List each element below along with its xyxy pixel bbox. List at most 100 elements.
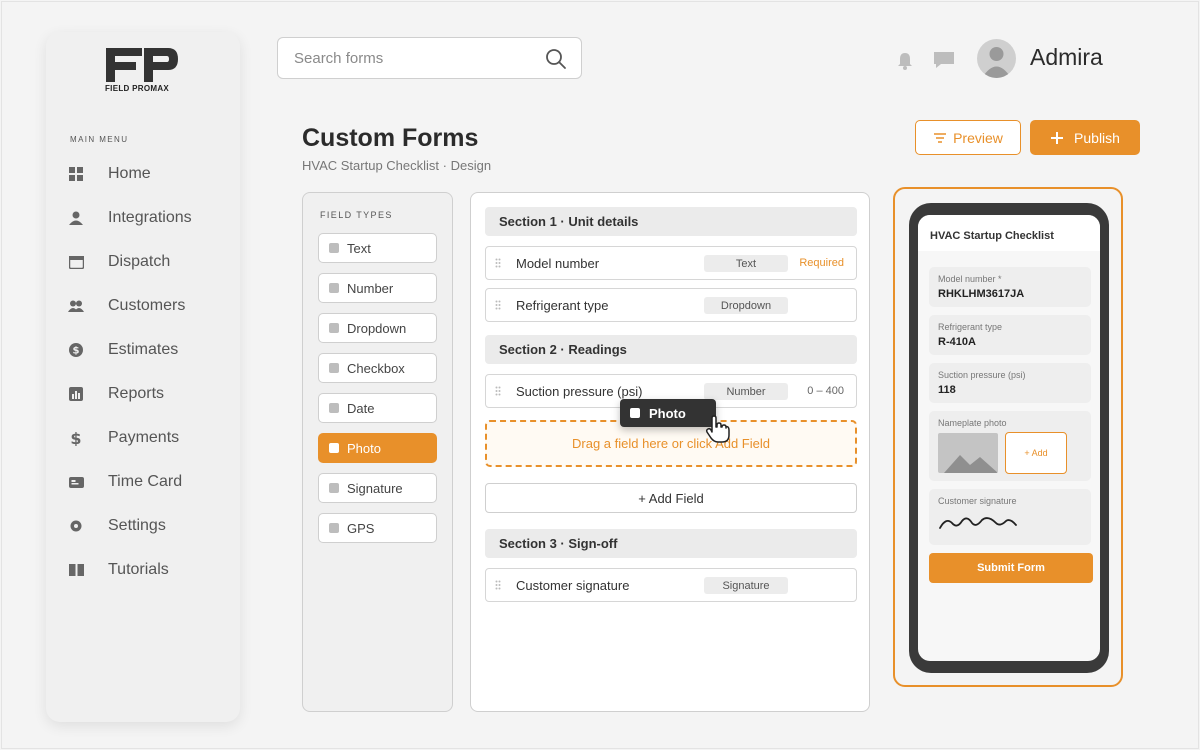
drag-handle-icon[interactable] — [495, 386, 501, 396]
field-type-label: Checkbox — [347, 360, 405, 376]
preview-field-suction-pressure[interactable]: Suction pressure (psi) 118 — [929, 363, 1091, 403]
field-type-signature[interactable]: Signature — [318, 473, 437, 503]
section-header[interactable]: Section 1 · Unit details — [485, 207, 857, 236]
preview-field-label: Nameplate photo — [938, 418, 1007, 428]
grid-icon — [68, 166, 84, 182]
sidebar-item-customers[interactable]: Customers — [68, 293, 228, 319]
sidebar-item-label: Integrations — [108, 209, 192, 226]
field-type-square-icon — [329, 323, 339, 333]
search-icon[interactable] — [545, 48, 567, 70]
drag-handle-icon[interactable] — [495, 580, 501, 590]
field-type-badge: Signature — [704, 577, 788, 594]
field-type-label: Photo — [347, 440, 381, 456]
field-name: Suction pressure (psi) — [516, 384, 643, 399]
field-type-label: Dropdown — [347, 320, 407, 336]
sidebar-item-integrations[interactable]: Integrations — [68, 205, 228, 231]
dragging-field-chip[interactable]: Photo — [620, 399, 716, 427]
field-type-date[interactable]: Date — [318, 393, 437, 423]
sidebar-item-time-card[interactable]: Time Card — [68, 469, 228, 495]
submit-form-button[interactable]: Submit Form — [929, 553, 1093, 583]
preview-field-value: R-410A — [938, 336, 976, 348]
field-type-gps[interactable]: GPS — [318, 513, 437, 543]
dragging-field-label: Photo — [649, 405, 686, 421]
preview-field-nameplate-photo: Nameplate photo + Add — [929, 411, 1091, 481]
field-type-dropdown[interactable]: Dropdown — [318, 313, 437, 343]
bell-icon[interactable] — [897, 52, 913, 70]
sidebar-item-settings[interactable]: Settings — [68, 513, 228, 539]
app-window: FIELD PROMAX MAIN MENU Home Integrations… — [1, 1, 1199, 749]
field-types-panel: FIELD TYPES Text Number Dropdown Checkbo… — [302, 192, 453, 712]
field-type-number[interactable]: Number — [318, 273, 437, 303]
sidebar-item-label: Home — [108, 165, 151, 182]
sidebar-item-tutorials[interactable]: Tutorials — [68, 557, 228, 583]
drag-handle-icon[interactable] — [495, 300, 501, 310]
form-field-row[interactable]: Customer signature Signature — [485, 568, 857, 602]
sidebar-item-label: Customers — [108, 297, 186, 314]
user-avatar-icon — [982, 47, 1011, 78]
sidebar-item-label: Reports — [108, 385, 165, 402]
user-icon — [68, 210, 84, 226]
gear-icon — [68, 518, 84, 534]
sidebar-item-label: Settings — [108, 517, 166, 534]
preview-field-refrigerant-type[interactable]: Refrigerant type R-410A — [929, 315, 1091, 355]
filter-icon — [934, 132, 947, 143]
field-type-square-icon — [329, 363, 339, 373]
field-type-label: Signature — [347, 480, 403, 496]
search-input[interactable] — [294, 48, 534, 68]
section-header[interactable]: Section 3 · Sign-off — [485, 529, 857, 558]
sidebar-item-reports[interactable]: Reports — [68, 381, 228, 407]
field-type-square-icon — [329, 443, 339, 453]
plus-icon — [1051, 131, 1064, 144]
sidebar: FIELD PROMAX MAIN MENU Home Integrations… — [46, 32, 240, 722]
field-types-title: FIELD TYPES — [320, 210, 393, 220]
svg-text:$: $ — [73, 346, 80, 357]
sidebar-item-label: Time Card — [108, 473, 183, 490]
sidebar-item-home[interactable]: Home — [68, 161, 228, 187]
chat-icon[interactable] — [932, 50, 956, 70]
field-type-text[interactable]: Text — [318, 233, 437, 263]
sidebar-item-dispatch[interactable]: Dispatch — [68, 249, 228, 275]
sidebar-item-label: Payments — [108, 429, 180, 446]
preview-field-value: RHKLHM3617JA — [938, 288, 1025, 300]
add-field-button[interactable]: + Add Field — [485, 483, 857, 513]
dollar-circle-icon: $ — [68, 342, 84, 358]
preview-field-model-number[interactable]: Model number * RHKLHM3617JA — [929, 267, 1091, 307]
field-type-badge: Dropdown — [704, 297, 788, 314]
drop-zone[interactable]: Drag a field here or click Add Field — [485, 420, 857, 467]
field-name: Customer signature — [516, 578, 630, 593]
user-name[interactable]: Admira — [1030, 44, 1103, 71]
avatar[interactable] — [977, 39, 1016, 78]
form-field-row[interactable]: Refrigerant type Dropdown — [485, 288, 857, 322]
book-icon — [68, 562, 84, 578]
field-type-label: Date — [347, 400, 375, 416]
preview-form-title: HVAC Startup Checklist — [918, 215, 1100, 251]
field-type-photo[interactable]: Photo — [318, 433, 437, 463]
sidebar-item-estimates[interactable]: $ Estimates — [68, 337, 228, 363]
field-name: Refrigerant type — [516, 298, 609, 313]
image-placeholder-icon — [938, 433, 998, 473]
publish-button[interactable]: Publish — [1030, 120, 1140, 155]
users-icon — [68, 298, 84, 314]
field-name: Model number — [516, 256, 600, 271]
brand-name: FIELD PROMAX — [105, 84, 170, 93]
mobile-preview-panel: HVAC Startup Checklist Model number * RH… — [893, 187, 1123, 687]
preview-field-label: Suction pressure (psi) — [938, 370, 1026, 380]
svg-text:$: $ — [70, 430, 81, 446]
preview-button[interactable]: Preview — [915, 120, 1021, 155]
sidebar-item-label: Estimates — [108, 341, 179, 358]
preview-field-customer-signature[interactable]: Customer signature — [929, 489, 1091, 545]
field-type-label: GPS — [347, 520, 375, 536]
field-range: 0 – 400 — [807, 385, 844, 397]
form-field-row[interactable]: Model number Text Required — [485, 246, 857, 280]
sidebar-item-payments[interactable]: $ Payments — [68, 425, 228, 451]
field-type-label: Number — [347, 280, 394, 296]
field-type-checkbox[interactable]: Checkbox — [318, 353, 437, 383]
add-photo-button[interactable]: + Add — [1005, 432, 1067, 474]
page-subtitle: HVAC Startup Checklist · Design — [302, 158, 492, 173]
field-type-square-icon — [329, 483, 339, 493]
field-type-label: Text — [347, 240, 371, 256]
section-header[interactable]: Section 2 · Readings — [485, 335, 857, 364]
drag-handle-icon[interactable] — [495, 258, 501, 268]
field-type-square-icon — [329, 283, 339, 293]
bar-chart-icon — [68, 386, 84, 402]
